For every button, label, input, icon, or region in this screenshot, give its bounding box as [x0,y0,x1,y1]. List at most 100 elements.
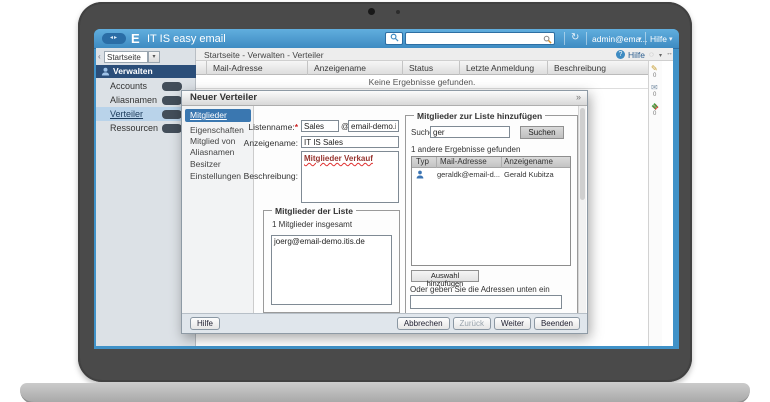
divider [564,32,565,45]
count-badge[interactable] [162,110,182,119]
app-window: ◂▸ E IT IS easy email ↻ admin@ema... ▾ H… [94,29,679,349]
sidebar-item-label: Verteiler [110,109,143,119]
app-title: IT IS easy email [147,33,226,45]
search-icon [390,33,399,42]
refresh-icon[interactable]: ↻ [571,32,579,43]
results-count: 1 andere Ergebnisse gefunden [411,145,520,154]
panel-help-link[interactable]: Hilfe [628,50,645,60]
sidebar-item-label: Aliasnamen [110,95,157,105]
divider [586,32,587,45]
listname-label: Listenname:* [222,122,298,132]
chevron-down-icon[interactable]: ▾ [659,52,662,59]
tab-mitglieder[interactable]: Mitglieder [185,109,251,122]
pencil-count: 0 [653,73,656,79]
forward-icon[interactable]: ▸ [114,35,118,41]
help-icon[interactable]: ? [616,50,625,59]
results-header: Typ Mail-Adresse Anzeigename [412,157,570,168]
search-scope-button[interactable] [385,32,403,45]
column-header[interactable]: Anzeigename [307,61,402,75]
add-selection-button[interactable]: Auswahl hinzufügen [411,270,479,282]
column-header[interactable]: Anzeigename [504,157,553,167]
column-header[interactable]: Letzte Anmeldung [459,61,547,75]
help-menu[interactable]: Hilfe [650,34,667,44]
domain-input[interactable] [348,120,399,132]
displayname-input[interactable] [301,136,399,148]
mic-dot [396,10,400,14]
help-button[interactable]: Hilfe [190,317,220,330]
search-submit-icon[interactable] [543,35,552,44]
laptop-mockup: ◂▸ E IT IS easy email ↻ admin@ema... ▾ H… [0,0,770,402]
tab-aliasnamen[interactable]: Aliasnamen [182,147,254,158]
add-members-legend: Mitglieder zur Liste hinzufügen [414,111,545,121]
dialog-scrollbar[interactable] [578,106,586,313]
mail-count: 0 [653,92,656,98]
mail-icon[interactable]: ✉ [651,83,658,92]
sidebar-section-verwalten[interactable]: Verwalten [96,65,196,78]
column-header[interactable]: Typ [416,157,429,167]
laptop-base [20,383,750,402]
breadcrumb-bar: Startseite - Verwalten - Verteiler ? Hil… [196,48,673,61]
manual-entry-hint: Oder geben Sie die Adressen unten ein [410,285,550,294]
search-results-table: Typ Mail-Adresse Anzeigename geraldk@ema… [411,156,571,266]
result-mail: geraldk@email-d... [436,170,500,179]
column-header[interactable]: Beschreibung [547,61,648,75]
column-header[interactable]: Mail-Adresse [440,157,487,167]
description-value: Mitglieder Verkauf [304,154,373,163]
members-legend: Mitglieder der Liste [272,206,356,216]
neuer-verteiler-dialog: Neuer Verteiler » Mitglieder Eigenschaft… [181,90,588,334]
divider [501,157,502,168]
global-search-input[interactable] [405,32,555,45]
column-header[interactable]: Status [402,61,459,75]
empty-results-message: Keine Ergebnisse gefunden. [196,75,648,89]
result-name: Gerald Kubitza [504,170,554,179]
result-row[interactable]: geraldk@email-d... Gerald Kubitza [412,168,570,180]
displayname-label: Anzeigename: [222,138,298,148]
palette-count: 0 [653,111,656,117]
members-listbox[interactable]: joerg@email-demo.itis.de [271,235,392,305]
members-count: 1 Mitglieder insgesamt [272,220,352,229]
palette-icon[interactable]: ❖ [651,102,658,111]
nav-back-icon[interactable]: ‹ [98,52,101,61]
sidebar-section-label: Verwalten [113,66,153,76]
results-table-header: Mail-Adresse Anzeigename Status Letzte A… [196,61,648,75]
count-badge[interactable] [162,96,182,105]
next-button[interactable]: Weiter [494,317,531,330]
count-badge[interactable] [162,124,182,133]
users-icon [101,67,110,76]
sidebar-item-label: Accounts [110,81,147,91]
member-entry[interactable]: joerg@email-demo.itis.de [274,237,389,246]
user-icon [416,170,424,179]
settings-icon[interactable]: ◌ [649,50,654,59]
sidebar-item-label: Ressourcen [110,123,158,133]
dialog-title: Neuer Verteiler [182,91,587,106]
dialog-footer: Hilfe Abbrechen Zurück Weiter Beenden [182,313,587,333]
description-textarea[interactable]: Mitglieder Verkauf [301,151,399,203]
member-search-input[interactable] [430,126,510,138]
breadcrumb: Startseite - Verwalten - Verteiler [204,50,324,60]
finish-button[interactable]: Beenden [534,317,580,330]
scrollbar-thumb[interactable] [580,108,585,200]
chevron-down-icon[interactable]: ▾ [638,35,642,43]
collapse-icon[interactable]: » [576,92,581,102]
history-nav[interactable]: ◂▸ [102,33,126,44]
chevron-down-icon[interactable]: ▾ [669,35,673,43]
nav-select-arrow[interactable]: ▾ [148,51,160,63]
brand-logo: E [131,31,140,46]
add-members-fieldset: Mitglieder zur Liste hinzufügen Suchen: … [405,115,578,314]
members-fieldset: Mitglieder der Liste 1 Mitglieder insges… [263,210,400,313]
pencil-icon[interactable]: ✎ [651,64,658,73]
divider [645,32,646,45]
back-button[interactable]: Zurück [453,317,491,330]
nav-select[interactable]: Startseite [104,51,148,63]
listname-input[interactable] [301,120,339,132]
notification-strip: ✎ 0 ✉ 0 ❖ 0 [648,61,662,346]
divider [436,157,437,168]
search-button[interactable]: Suchen [520,126,564,139]
manual-address-textarea[interactable] [410,295,562,309]
tab-besitzer[interactable]: Besitzer [182,159,254,170]
resize-icon[interactable]: ↔ [666,50,673,57]
cancel-button[interactable]: Abbrechen [397,317,450,330]
column-header[interactable]: Mail-Adresse [206,61,307,75]
description-label: Beschreibung: [222,171,298,181]
count-badge[interactable] [162,82,182,91]
